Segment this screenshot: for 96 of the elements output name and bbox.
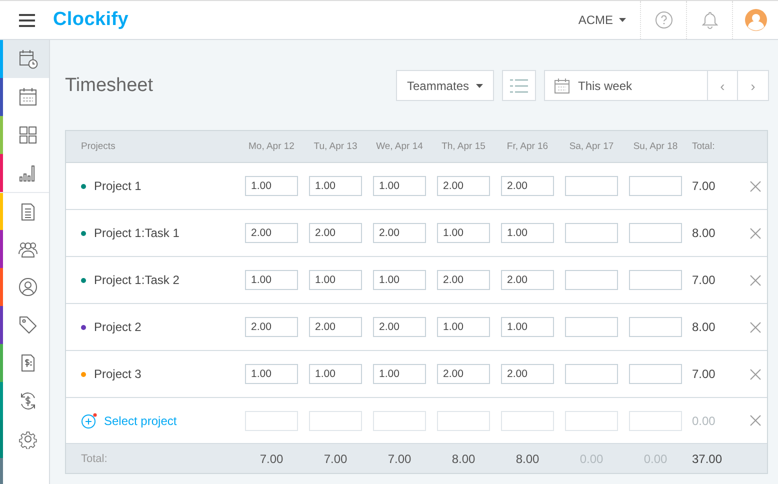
time-input[interactable]: 2.00 [437,176,490,196]
time-input[interactable]: 1.00 [501,223,554,243]
time-input[interactable]: 2.00 [309,223,362,243]
time-input[interactable] [629,364,682,384]
day-total: 7.00 [260,452,284,466]
settings-icon [18,429,38,449]
time-input[interactable] [565,410,618,430]
column-header: Total: [692,141,715,152]
time-input[interactable]: 2.00 [437,270,490,290]
calendar-icon [18,87,38,107]
row-total: 7.00 [692,273,716,287]
column-header: Mo, Apr 12 [248,141,294,152]
time-input[interactable] [629,270,682,290]
time-input[interactable]: 2.00 [501,270,554,290]
time-input[interactable] [565,364,618,384]
time-input[interactable]: 1.00 [309,364,362,384]
day-total: 8.00 [516,452,540,466]
date-range-field[interactable]: This week [545,71,708,100]
time-input[interactable]: 1.00 [437,223,490,243]
time-input[interactable] [565,270,618,290]
menu-icon[interactable] [19,14,35,26]
time-input[interactable] [629,317,682,337]
column-header: Su, Apr 18 [633,141,678,152]
dollar-cycle-icon [18,391,38,411]
project-name: Project 1 [94,179,142,193]
time-input[interactable]: 2.00 [501,176,554,196]
time-input[interactable] [565,176,618,196]
column-header: Fr, Apr 16 [506,141,548,152]
time-input[interactable]: 1.00 [245,364,298,384]
date-range-text: This week [578,78,632,92]
time-input[interactable]: 1.00 [245,176,298,196]
time-input[interactable] [629,410,682,430]
total-label: Total: [81,452,108,464]
project-name: Project 1:Task 2 [94,273,180,287]
time-input[interactable] [629,176,682,196]
project-name: Project 1:Task 1 [94,226,180,240]
time-input[interactable] [501,410,554,430]
column-header: Sa, Apr 17 [569,141,614,152]
time-input[interactable]: 2.00 [373,317,426,337]
row-total: 8.00 [692,226,716,240]
day-total: 7.00 [324,452,348,466]
row-total: 7.00 [692,367,716,381]
delete-row-button[interactable] [748,226,762,240]
column-header: Projects [81,141,116,152]
project-name: Project 2 [94,320,142,334]
time-input[interactable]: 1.00 [309,176,362,196]
time-input[interactable]: 1.00 [373,364,426,384]
time-input[interactable] [565,223,618,243]
sidebar-item[interactable] [0,192,49,230]
tag-icon [18,315,38,335]
time-input[interactable]: 2.00 [373,223,426,243]
time-input[interactable]: 2.00 [437,364,490,384]
workspace-dropdown[interactable]: ACME [578,9,626,31]
time-input[interactable]: 2.00 [501,364,554,384]
page-title: Timesheet [65,74,153,96]
time-input[interactable]: 1.00 [245,270,298,290]
time-input[interactable] [373,410,426,430]
calendar-clock-icon [18,49,38,69]
list-icon[interactable] [502,70,536,101]
time-input[interactable]: 1.00 [373,270,426,290]
day-total: 7.00 [388,452,412,466]
time-input[interactable] [565,317,618,337]
delete-row-button[interactable] [748,367,762,381]
grand-total: 37.00 [692,452,722,466]
row-total: 7.00 [692,179,716,193]
column-header: We, Apr 14 [376,141,423,152]
time-input[interactable] [309,410,362,430]
time-input[interactable] [629,223,682,243]
logo: Clockify [53,9,129,31]
time-input[interactable]: 2.00 [309,317,362,337]
add-icon [81,412,98,429]
delete-row-button[interactable] [748,414,762,428]
teammates-dropdown[interactable]: Teammates [396,70,494,101]
time-input[interactable]: 1.00 [309,270,362,290]
day-total: 8.00 [452,452,476,466]
calendar-icon [554,78,570,94]
time-input[interactable] [437,410,490,430]
user-icon [18,277,38,297]
column-header: Th, Apr 15 [442,141,486,152]
time-input[interactable]: 1.00 [373,176,426,196]
project-name: Project 3 [94,367,142,381]
sidebar-item[interactable] [0,40,49,78]
delete-row-button[interactable] [748,273,762,287]
row-total: 0.00 [692,414,716,428]
delete-row-button[interactable] [748,179,762,193]
column-header: Tu, Apr 13 [314,141,358,152]
caret-icon [476,84,483,88]
time-input[interactable]: 2.00 [245,223,298,243]
time-input[interactable]: 1.00 [501,317,554,337]
time-input[interactable]: 2.00 [245,317,298,337]
caret-icon [619,18,626,22]
time-input[interactable]: 1.00 [437,317,490,337]
grid-icon [18,125,38,145]
time-input[interactable] [245,410,298,430]
delete-row-button[interactable] [748,320,762,334]
row-total: 8.00 [692,320,716,334]
